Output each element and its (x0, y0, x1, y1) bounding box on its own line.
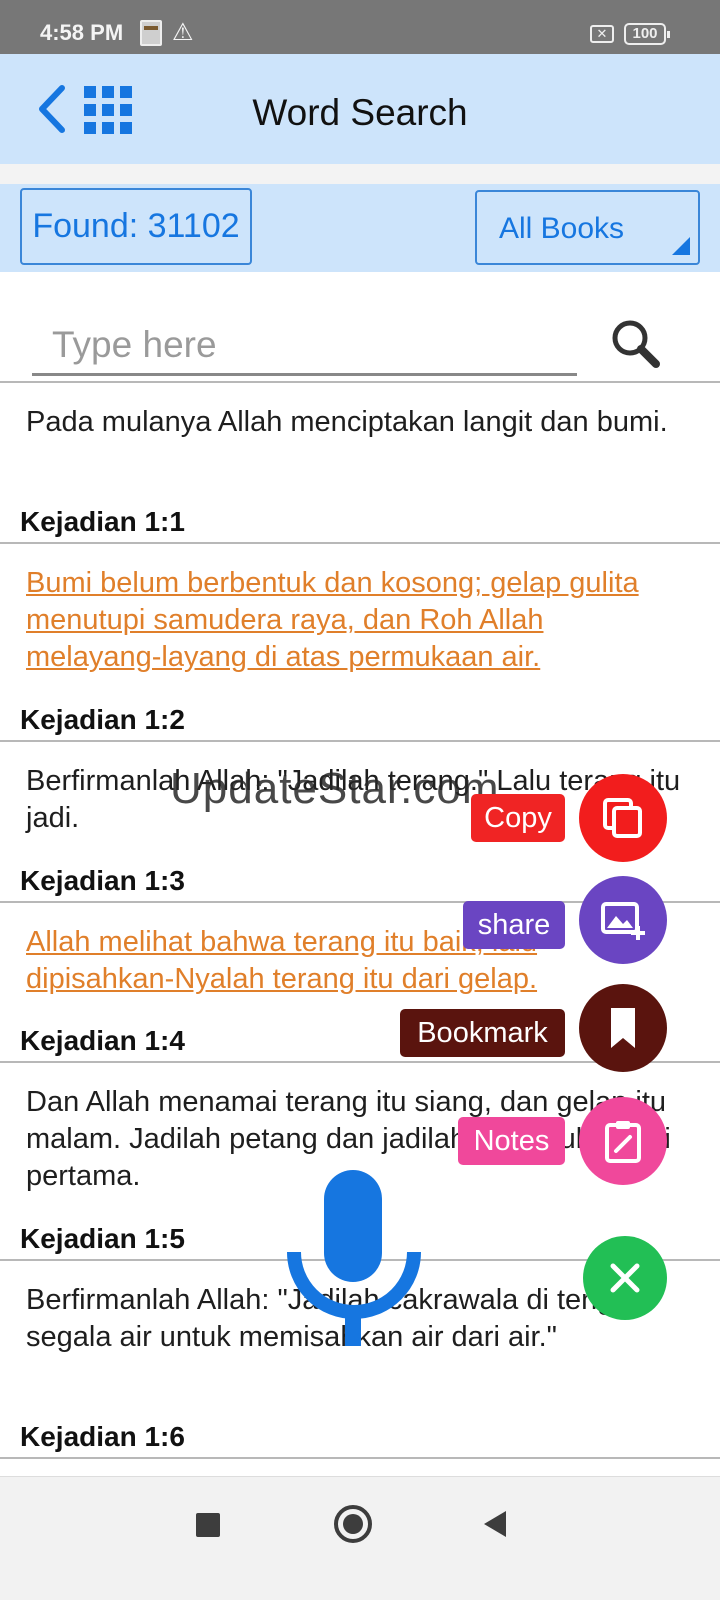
verse-divider (0, 542, 720, 544)
verse-ref: Kejadian 1:4 (20, 1025, 185, 1056)
search-button[interactable] (606, 314, 666, 374)
home-button[interactable] (334, 1505, 372, 1543)
copy-button[interactable] (579, 774, 667, 862)
no-sim-icon: ✕ (590, 25, 614, 43)
verse-text-highlighted[interactable]: Bumi belum berbentuk dan kosong; gelap g… (26, 565, 686, 676)
notes-button[interactable] (579, 1097, 667, 1185)
verse-text[interactable]: Pada mulanya Allah menciptakan langit da… (26, 404, 686, 441)
warning-icon: ⚠ (172, 19, 194, 46)
search-input[interactable] (32, 316, 577, 376)
chevron-left-icon (39, 85, 65, 133)
verse-ref: Kejadian 1:3 (20, 865, 185, 896)
grid-menu-button[interactable] (84, 86, 132, 134)
header-divider (0, 164, 720, 184)
app-notification-icon (140, 20, 162, 46)
verse-ref: Kejadian 1:5 (20, 1223, 185, 1254)
microphone-icon (287, 1170, 421, 1346)
books-dropdown[interactable]: All Books (475, 190, 700, 265)
status-time: 4:58 PM (40, 20, 124, 45)
system-nav-bar (0, 1476, 720, 1600)
books-dropdown-label: All Books (499, 212, 625, 245)
bookmark-label[interactable]: Bookmark (400, 1009, 565, 1057)
watermark-text: UpdateStar.com (170, 764, 500, 813)
battery-level: 100 (632, 25, 658, 42)
voice-search-button[interactable] (286, 1168, 422, 1348)
app-header: Word Search (0, 54, 720, 164)
dropdown-corner-icon (672, 237, 690, 255)
battery-icon: 100 (624, 23, 670, 45)
status-bar: 4:58 PM ⚠ ✕ 100 (0, 0, 720, 54)
verse-divider (0, 740, 720, 742)
back-button[interactable] (34, 84, 74, 134)
nav-back-button[interactable] (484, 1511, 506, 1537)
close-icon (610, 1263, 640, 1293)
search-toolbar: Found: 31102 All Books (0, 184, 720, 272)
bookmark-icon (611, 1008, 635, 1048)
verse-divider (0, 1457, 720, 1459)
word-search-screen: 4:58 PM ⚠ ✕ 100 Word Search Found: 31102… (0, 0, 720, 1600)
copy-label[interactable]: Copy (471, 794, 565, 842)
share-label[interactable]: share (463, 901, 565, 949)
bookmark-button[interactable] (579, 984, 667, 1072)
copy-icon (603, 798, 642, 838)
notes-label[interactable]: Notes (458, 1117, 565, 1165)
share-button[interactable] (579, 876, 667, 964)
close-button[interactable] (583, 1236, 667, 1320)
search-divider (0, 381, 720, 383)
recent-apps-button[interactable] (196, 1513, 220, 1537)
verse-ref: Kejadian 1:6 (20, 1421, 185, 1452)
clipboard-edit-icon (605, 1121, 641, 1163)
grid-icon (84, 86, 96, 98)
found-count-badge: Found: 31102 (20, 188, 252, 265)
verse-ref: Kejadian 1:2 (20, 704, 185, 735)
page-title: Word Search (252, 92, 468, 133)
search-icon (612, 320, 660, 368)
share-image-icon (601, 902, 645, 940)
verse-ref: Kejadian 1:1 (20, 506, 185, 537)
